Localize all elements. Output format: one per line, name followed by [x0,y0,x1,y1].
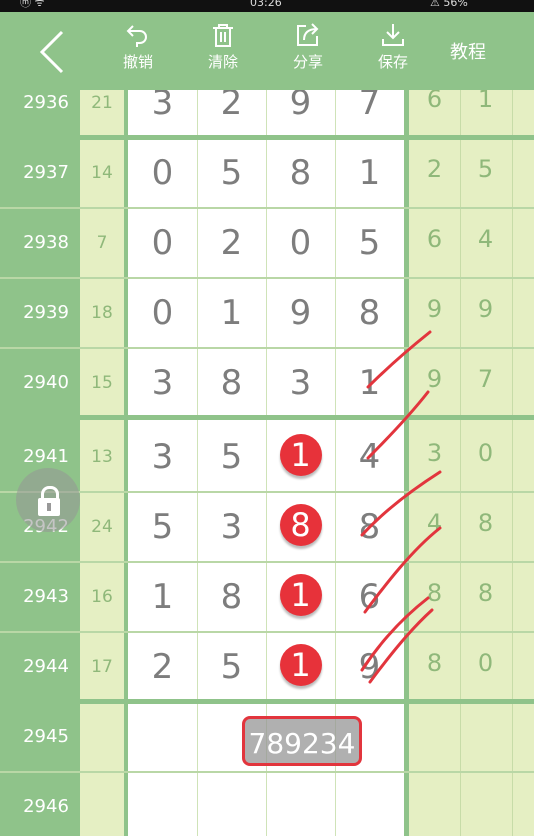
status-icons: ⓜ ᯤ [20,0,45,9]
tutorial-button[interactable]: 教程 [450,38,486,64]
save-label: 保存 [377,53,408,71]
status-time: 03:26 [250,0,282,9]
share-label: 分享 [292,53,323,71]
pen-stroke [366,330,432,389]
undo-button[interactable]: 撤销 [106,22,170,86]
lock-button[interactable] [16,468,80,532]
pen-stroke [363,526,442,614]
pen-stroke [366,390,430,460]
undo-label: 撤销 [122,53,153,71]
trash-icon [213,24,233,47]
download-icon [382,24,404,46]
save-button[interactable]: 保存 [361,22,425,86]
clear-label: 清除 [207,53,238,71]
number-input-box[interactable]: 789234 [242,716,362,766]
status-battery: ⚠ 56% [430,0,468,9]
back-chevron-icon [39,30,64,74]
clear-button[interactable]: 清除 [191,22,255,86]
status-bar: ⓜ ᯤ 03:26 ⚠ 56% [0,0,534,12]
share-button[interactable]: 分享 [276,22,340,86]
undo-icon [126,25,147,47]
pen-stroke [360,596,430,672]
share-icon [297,23,319,46]
toolbar: 撤销 清除 分享 保存 教程 [0,12,534,90]
back-button[interactable] [36,30,76,74]
pen-stroke [360,470,442,537]
